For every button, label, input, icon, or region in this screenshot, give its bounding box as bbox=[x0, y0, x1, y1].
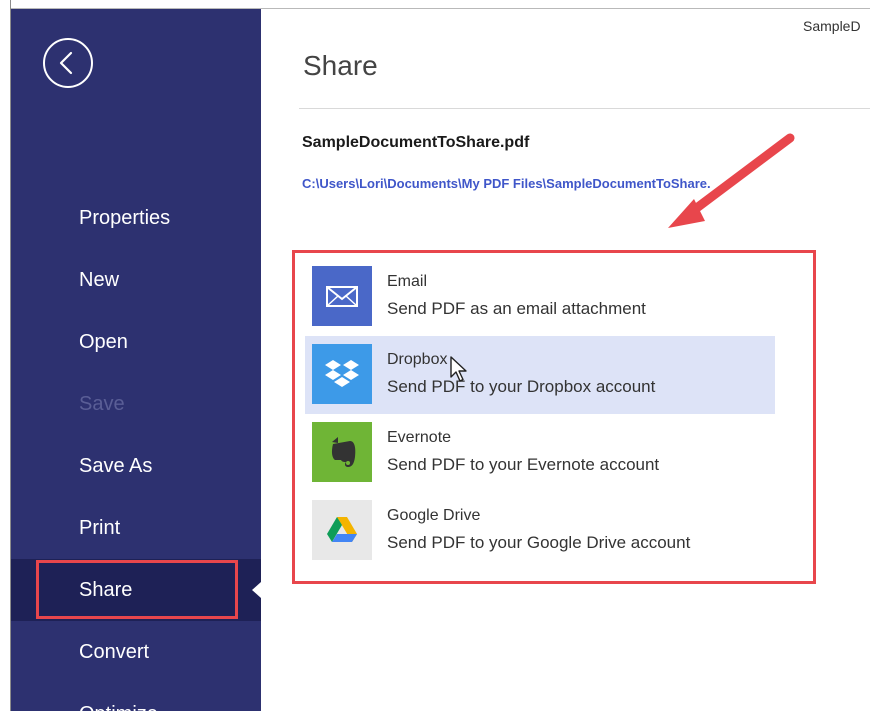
email-icon bbox=[312, 266, 372, 326]
share-option-dropbox[interactable]: Dropbox Send PDF to your Dropbox account bbox=[305, 336, 775, 414]
mouse-pointer-icon bbox=[450, 356, 467, 382]
share-highlight-box bbox=[36, 560, 238, 619]
sidebar-item-open[interactable]: Open bbox=[11, 311, 261, 373]
document-title: SampleD bbox=[803, 18, 861, 34]
share-option-name: Email bbox=[387, 273, 428, 290]
sidebar-item-share[interactable]: Share bbox=[11, 559, 261, 621]
title-divider bbox=[299, 108, 870, 109]
sidebar-item-optimize[interactable]: Optimize bbox=[11, 683, 261, 711]
annotation-arrow bbox=[668, 133, 795, 228]
share-option-google-drive[interactable]: Google Drive Send PDF to your Google Dri… bbox=[305, 492, 775, 570]
share-option-name: Google Drive bbox=[387, 507, 481, 524]
share-option-description: Send PDF to your Google Drive account bbox=[387, 533, 691, 552]
window-top-border bbox=[0, 0, 870, 9]
share-option-evernote[interactable]: Evernote Send PDF to your Evernote accou… bbox=[305, 414, 775, 492]
evernote-icon bbox=[312, 422, 372, 482]
window-left-border bbox=[0, 0, 11, 711]
sidebar-item-new[interactable]: New bbox=[11, 249, 261, 311]
backstage-sidebar: Properties New Open Save Save As Print S… bbox=[11, 9, 261, 711]
sidebar-item-save-as[interactable]: Save As bbox=[11, 435, 261, 497]
chevron-left-icon bbox=[59, 51, 73, 75]
share-option-email[interactable]: Email Send PDF as an email attachment bbox=[305, 258, 775, 336]
share-option-description: Send PDF as an email attachment bbox=[387, 299, 646, 318]
google-drive-icon bbox=[312, 500, 372, 560]
page-title: Share bbox=[303, 50, 378, 81]
share-option-name: Evernote bbox=[387, 429, 452, 446]
share-options-list: Email Send PDF as an email attachment Dr… bbox=[292, 250, 816, 584]
sidebar-item-print[interactable]: Print bbox=[11, 497, 261, 559]
sidebar-item-convert[interactable]: Convert bbox=[11, 621, 261, 683]
share-option-name: Dropbox bbox=[387, 351, 448, 368]
back-button[interactable] bbox=[43, 38, 93, 88]
dropbox-icon bbox=[312, 344, 372, 404]
share-option-description: Send PDF to your Dropbox account bbox=[387, 377, 656, 396]
sidebar-item-save: Save bbox=[79, 393, 125, 415]
sidebar-item-properties[interactable]: Properties bbox=[11, 187, 261, 249]
share-option-description: Send PDF to your Evernote account bbox=[387, 455, 660, 474]
active-pointer bbox=[252, 582, 261, 598]
